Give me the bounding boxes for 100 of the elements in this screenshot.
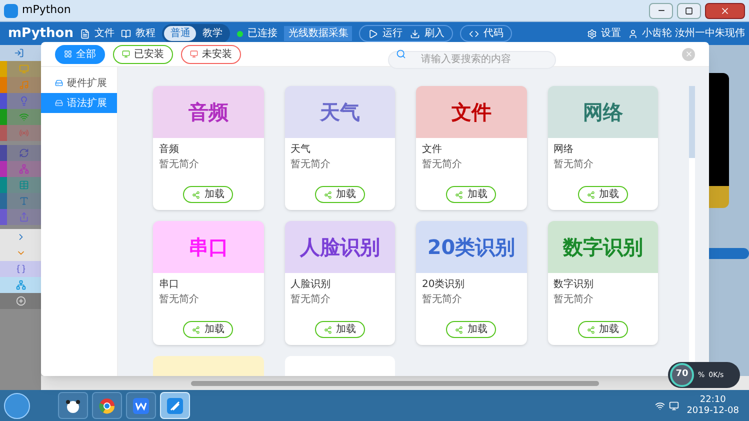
category-item[interactable]	[7, 61, 41, 77]
clock-time: 22:10	[700, 394, 726, 406]
plus-icon	[16, 296, 26, 306]
mode-tab[interactable]: 教学	[196, 26, 228, 41]
load-button[interactable]: 加载	[446, 186, 496, 203]
load-button[interactable]: 加载	[578, 321, 628, 338]
close-icon	[720, 6, 730, 16]
connection-status: 已连接	[247, 26, 278, 41]
mode-tab[interactable]: 普通	[164, 26, 196, 41]
load-button[interactable]: 加载	[314, 321, 365, 338]
nodes-icon	[192, 190, 200, 198]
monitor-icon	[190, 50, 198, 58]
category-item[interactable]	[0, 277, 41, 293]
table-icon	[19, 180, 29, 190]
window-title: mPython	[22, 2, 71, 18]
download-icon	[410, 28, 420, 38]
category-item[interactable]	[7, 161, 41, 177]
taskbar-button[interactable]	[58, 392, 88, 419]
extension-name: 数字识别	[554, 278, 594, 292]
maximize-icon	[685, 6, 693, 14]
close-button[interactable]	[705, 2, 745, 18]
category-item[interactable]	[7, 125, 41, 141]
card-title: 串口	[188, 234, 228, 261]
bear-icon	[65, 398, 81, 414]
nodes-icon	[324, 326, 332, 334]
extension-description: 暂无简介	[554, 292, 594, 307]
settings-button[interactable]: 设置	[586, 26, 621, 41]
category-item[interactable]	[0, 229, 41, 245]
play-icon	[368, 28, 378, 38]
extension-description: 暂无简介	[422, 158, 463, 172]
filter-tab[interactable]: 未安装	[181, 44, 241, 64]
scrollbar-thumb[interactable]	[689, 86, 695, 158]
start-button[interactable]	[4, 392, 30, 418]
network-icon[interactable]	[654, 400, 665, 410]
maximize-button[interactable]	[677, 2, 701, 18]
nodes-icon	[324, 190, 332, 198]
load-button[interactable]: 加载	[314, 186, 365, 203]
text-icon	[19, 196, 29, 206]
category-item[interactable]	[7, 209, 41, 225]
menu-button[interactable]: 文件	[80, 26, 114, 41]
extension-name: 音频	[159, 142, 180, 157]
card-title: 人脸识别	[300, 234, 380, 261]
clock-date: 2019-12-08	[686, 406, 739, 416]
music-icon	[19, 80, 29, 90]
hierarchy-icon	[19, 164, 29, 174]
extension-name: 天气	[290, 143, 312, 157]
action-button[interactable]: 刷入	[410, 26, 444, 41]
extension-description: 暂无简介	[159, 158, 200, 172]
card-title: 音频	[188, 99, 228, 126]
monitor-icon	[19, 64, 29, 74]
search-field[interactable]: 请输入要搜索的内容	[388, 50, 556, 68]
document-icon	[80, 28, 90, 38]
extension-description: 暂无简介	[290, 292, 332, 307]
load-button[interactable]: 加载	[578, 186, 628, 203]
login-icon	[14, 48, 24, 58]
category-item[interactable]	[7, 109, 41, 125]
menu-button[interactable]: 教程	[121, 26, 156, 41]
browser-icon	[99, 398, 115, 414]
bulb-icon	[19, 96, 29, 106]
collect-button[interactable]: 光线数据采集	[284, 26, 352, 41]
card-title: 文件	[451, 99, 492, 126]
app-icon	[167, 398, 183, 414]
load-button[interactable]: 加载	[183, 186, 234, 203]
sidebar-item[interactable]: 硬件扩展	[41, 73, 117, 93]
extension-name: 串口	[159, 278, 180, 292]
category-item[interactable]	[7, 177, 41, 193]
radio-icon	[19, 128, 29, 138]
add-category-button[interactable]	[0, 293, 41, 309]
card-title: 天气	[320, 99, 360, 126]
card-title: 网络	[582, 99, 623, 126]
app-icon	[4, 4, 18, 18]
office-icon	[133, 398, 149, 414]
monitor-icon	[122, 50, 130, 58]
gear-icon	[586, 28, 597, 38]
user-button[interactable]: 小齿轮 汝州一中朱现伟	[628, 26, 745, 41]
share-icon	[19, 212, 29, 222]
palette-header[interactable]	[0, 45, 41, 61]
refresh-icon	[19, 148, 29, 158]
filter-tab[interactable]: 已安装	[113, 44, 173, 64]
usage-percent: 70	[676, 368, 688, 382]
load-button[interactable]: 加载	[446, 321, 496, 338]
category-item[interactable]	[0, 261, 41, 277]
nodes-icon	[455, 190, 464, 198]
user-icon	[628, 28, 638, 38]
category-item[interactable]	[0, 245, 41, 261]
extension-description: 暂无简介	[554, 158, 594, 172]
horizontal-scrollbar[interactable]	[191, 380, 599, 386]
search-icon	[396, 49, 406, 59]
action-button[interactable]: 运行	[368, 26, 402, 41]
category-item[interactable]	[7, 193, 41, 209]
toggle-bar[interactable]	[709, 248, 749, 259]
nodes-icon	[586, 190, 595, 198]
load-button[interactable]: 加载	[183, 321, 234, 338]
extension-name: 人脸识别	[290, 278, 332, 292]
category-item[interactable]	[7, 77, 41, 93]
category-item[interactable]	[7, 145, 41, 161]
monitor-icon[interactable]	[668, 400, 679, 410]
category-item[interactable]	[7, 93, 41, 109]
extension-name: 网络	[554, 143, 574, 157]
extension-name: 20类识别	[422, 278, 466, 292]
